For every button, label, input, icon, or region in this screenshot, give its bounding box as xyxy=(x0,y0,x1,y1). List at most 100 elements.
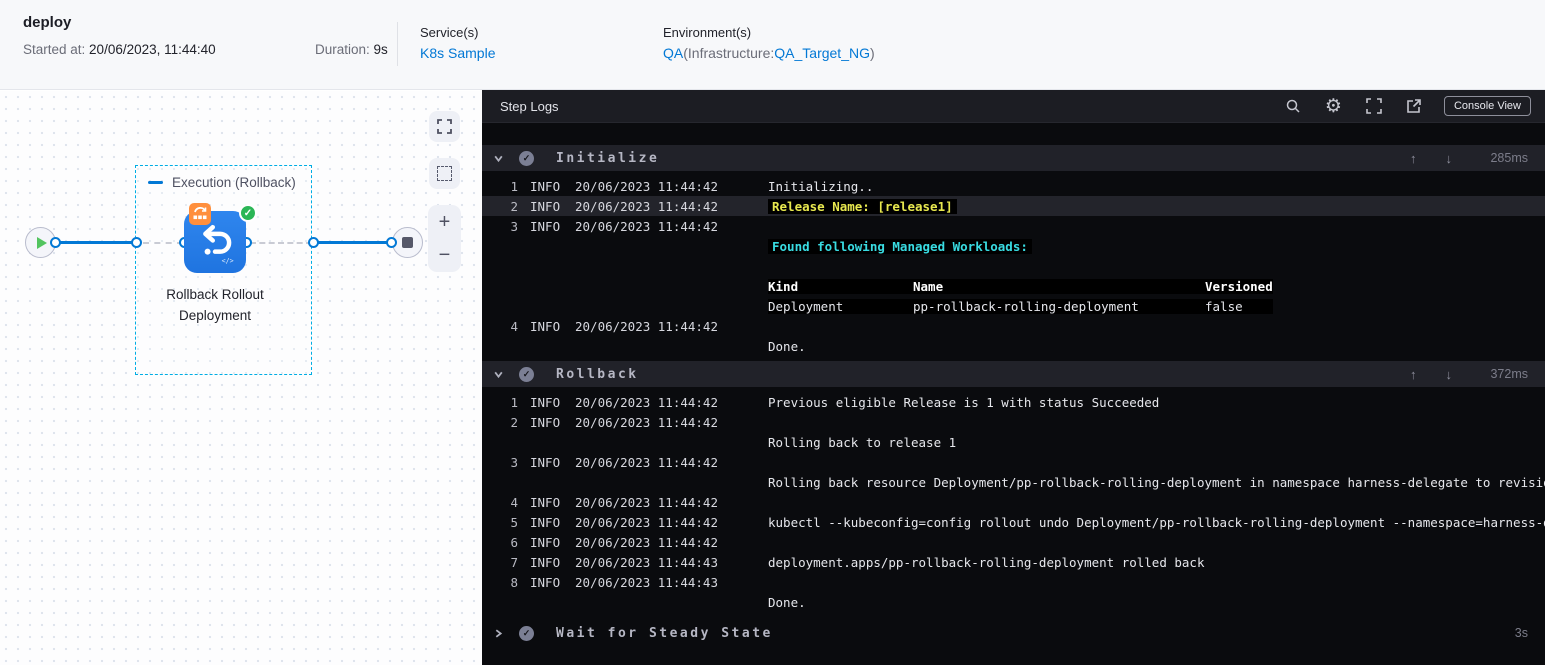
chevron-down-icon[interactable] xyxy=(490,153,506,164)
workload-table-cell: Versioned xyxy=(1205,278,1273,294)
log-section-header-rollback[interactable]: ✓ Rollback ↑ ↓ 372ms xyxy=(482,361,1545,387)
log-line: 6 INFO 20/06/2023 11:44:42 xyxy=(510,534,718,550)
settings-gear-icon[interactable]: ⚙ xyxy=(1325,95,1342,118)
edge-connector xyxy=(386,237,397,248)
marquee-icon xyxy=(437,166,452,181)
canvas-select-button[interactable] xyxy=(429,158,460,189)
header-divider xyxy=(397,22,398,66)
step-success-icon: ✓ xyxy=(519,625,534,641)
zoom-out-button[interactable]: − xyxy=(439,245,451,265)
collapse-icon[interactable] xyxy=(148,181,163,184)
workload-table-cell: Kind xyxy=(768,278,913,294)
workload-table-cell: Deployment xyxy=(768,298,913,314)
log-line: Kind Name Versioned xyxy=(482,276,1545,296)
infrastructure-link[interactable]: QA_Target_NG xyxy=(774,45,870,61)
duration-label: Duration: xyxy=(315,42,374,57)
scroll-down-icon[interactable]: ↓ xyxy=(1446,367,1453,382)
duration-value: 9s xyxy=(373,42,388,57)
console-header: Step Logs ⚙ Console View xyxy=(482,90,1545,123)
log-section-rollback: ✓ Rollback ↑ ↓ 372ms 1 INFO 20/06/2023 11:44:42… xyxy=(482,361,1545,617)
scroll-up-icon[interactable]: ↑ xyxy=(1410,367,1417,382)
step-logs-panel: Step Logs ⚙ Console View ✓ Initialize ↑ ↓ 28… xyxy=(482,90,1545,665)
log-section-header-wait-for-steady-state[interactable]: ✓ Wait for Steady State 3s xyxy=(482,620,1545,646)
log-line: Done. xyxy=(768,594,806,610)
stop-icon xyxy=(402,237,413,248)
section-scroll-actions: ↑ ↓ xyxy=(1410,151,1452,166)
pipeline-graph-canvas[interactable]: Execution (Rollback) </> ✓ Rollback Roll… xyxy=(0,91,482,665)
step-success-icon: ✓ xyxy=(519,150,534,166)
section-log-lines: 1 INFO 20/06/2023 11:44:42 Initializing.. 2 I… xyxy=(482,171,1545,361)
fullscreen-icon xyxy=(437,119,452,134)
canvas-zoom-controls: + − xyxy=(428,205,461,272)
section-scroll-actions: ↑ ↓ xyxy=(1410,367,1452,382)
section-title: Initialize xyxy=(556,150,660,166)
workload-table-cell: pp-rollback-rolling-deployment xyxy=(913,298,1205,314)
service-link[interactable]: K8s Sample xyxy=(420,45,495,61)
log-line: Deployment pp-rollback-rolling-deployment… xyxy=(482,296,1545,316)
log-line: Found following Managed Workloads: xyxy=(482,236,1545,256)
zoom-in-button[interactable]: + xyxy=(439,212,451,232)
services-block: Service(s) K8s Sample xyxy=(420,25,495,61)
log-line: Done. xyxy=(768,338,806,354)
step-node-label: Rollback Rollout Deployment xyxy=(166,287,264,323)
rollout-badge-icon xyxy=(189,203,211,225)
edge-group-to-end xyxy=(315,241,395,244)
section-duration: 372ms xyxy=(1490,367,1528,381)
workload-table-cell: false xyxy=(1205,298,1273,314)
log-section-header-initialize[interactable]: ✓ Initialize ↑ ↓ 285ms xyxy=(482,145,1545,171)
workload-table-cell: Name xyxy=(913,278,1205,294)
log-line: 2 INFO 20/06/2023 11:44:42 xyxy=(510,414,718,430)
success-badge-icon: ✓ xyxy=(239,204,257,222)
log-sections: ✓ Initialize ↑ ↓ 285ms 1 INFO 20/06/2023 11:44:… xyxy=(482,123,1545,646)
log-section-wait-for-steady-state: ✓ Wait for Steady State 3s xyxy=(482,620,1545,646)
log-line: Rolling back resource Deployment/pp-roll… xyxy=(768,474,1545,490)
search-icon[interactable] xyxy=(1285,98,1301,114)
console-title: Step Logs xyxy=(500,98,559,114)
chevron-right-icon[interactable] xyxy=(490,628,506,639)
started-at: Started at: 20/06/2023, 11:44:40 xyxy=(23,42,216,57)
console-view-button[interactable]: Console View xyxy=(1443,96,1531,116)
section-title: Wait for Steady State xyxy=(556,625,773,641)
environment-link[interactable]: QA xyxy=(663,45,683,61)
execution-header: deploy Started at: 20/06/2023, 11:44:40 … xyxy=(0,0,1545,90)
services-label: Service(s) xyxy=(420,25,479,40)
section-duration: 285ms xyxy=(1490,151,1528,165)
section-log-lines: 1 INFO 20/06/2023 11:44:42 Previous eligibl… xyxy=(482,387,1545,617)
log-line: 4 INFO 20/06/2023 11:44:42 xyxy=(510,318,718,334)
log-line: 5 INFO 20/06/2023 11:44:42 kubectl --kubeco… xyxy=(510,514,1545,530)
started-label: Started at: xyxy=(23,42,90,57)
started-value: 20/06/2023, 11:44:40 xyxy=(89,42,216,57)
open-in-new-icon[interactable] xyxy=(1406,98,1422,114)
section-title: Rollback xyxy=(556,366,639,382)
edge-connector xyxy=(308,237,319,248)
log-line: Rolling back to release 1 xyxy=(768,434,957,450)
expand-fullscreen-icon[interactable] xyxy=(1366,98,1382,114)
env-close-paren: ) xyxy=(869,45,875,61)
duration: Duration: 9s xyxy=(315,42,388,57)
scroll-down-icon[interactable]: ↓ xyxy=(1446,151,1453,166)
canvas-fullscreen-button[interactable] xyxy=(429,111,460,142)
environments-label: Environment(s) xyxy=(663,25,752,40)
infrastructure-label: (Infrastructure: xyxy=(683,45,775,61)
log-line: 2 INFO 20/06/2023 11:44:42 Release Name: [r… xyxy=(482,196,1545,216)
rollback-arrow-icon: </> xyxy=(203,224,234,265)
log-line: 3 INFO 20/06/2023 11:44:42 xyxy=(510,218,718,234)
scroll-up-icon[interactable]: ↑ xyxy=(1410,151,1417,166)
execution-group-label[interactable]: Execution (Rollback) xyxy=(148,175,296,190)
section-duration: 3s xyxy=(1514,626,1528,640)
execution-group-title: Execution (Rollback) xyxy=(172,175,296,190)
log-line: 1 INFO 20/06/2023 11:44:42 Initializing.. xyxy=(510,178,874,194)
step-success-icon: ✓ xyxy=(519,366,534,382)
log-line: 3 INFO 20/06/2023 11:44:42 xyxy=(510,454,718,470)
log-line: 7 INFO 20/06/2023 11:44:43 deployment.apps/… xyxy=(510,554,1205,570)
edge-connector xyxy=(131,237,142,248)
log-section-initialize: ✓ Initialize ↑ ↓ 285ms 1 INFO 20/06/2023 11:44:… xyxy=(482,145,1545,361)
play-icon xyxy=(37,236,47,249)
log-line: 8 INFO 20/06/2023 11:44:43 xyxy=(510,574,718,590)
log-line: 4 INFO 20/06/2023 11:44:42 xyxy=(510,494,718,510)
edge-connector xyxy=(50,237,61,248)
log-line: 1 INFO 20/06/2023 11:44:42 Previous eligibl… xyxy=(510,394,1160,410)
svg-text:</>: </> xyxy=(222,257,234,265)
chevron-down-icon[interactable] xyxy=(490,369,506,380)
